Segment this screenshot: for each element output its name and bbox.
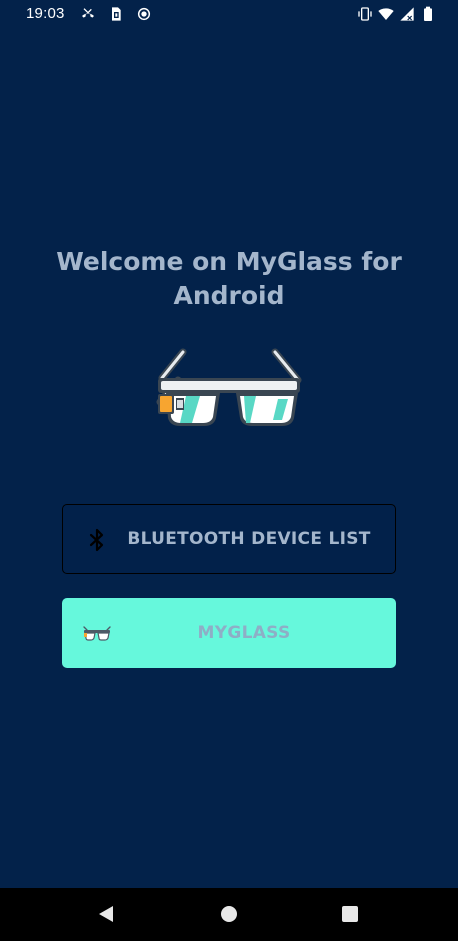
status-time: 19:03 <box>26 5 65 22</box>
status-bar: 19:03 <box>0 0 458 28</box>
battery-icon <box>424 6 432 21</box>
bluetooth-device-list-label: BLUETOOTH DEVICE LIST <box>127 529 371 549</box>
status-notification-icons <box>80 6 152 22</box>
status-system-icons <box>357 6 436 22</box>
page-title: Welcome on MyGlass for Android <box>56 247 402 310</box>
vibrate-icon <box>358 7 372 21</box>
smart-glasses-icon <box>156 348 302 426</box>
bluetooth-device-list-button[interactable]: BLUETOOTH DEVICE LIST <box>62 504 396 574</box>
recents-icon[interactable] <box>338 902 362 926</box>
home-icon[interactable] <box>217 902 241 926</box>
navigation-bar <box>0 888 458 941</box>
record-icon <box>137 7 151 21</box>
missed-call-icon <box>82 8 94 18</box>
wifi-icon <box>378 8 394 20</box>
myglass-label: MYGLASS <box>197 623 291 643</box>
signal-icon <box>400 7 414 21</box>
myglass-button[interactable]: MYGLASS <box>62 598 396 668</box>
sim-card-icon <box>112 7 121 21</box>
back-icon[interactable] <box>94 902 118 926</box>
